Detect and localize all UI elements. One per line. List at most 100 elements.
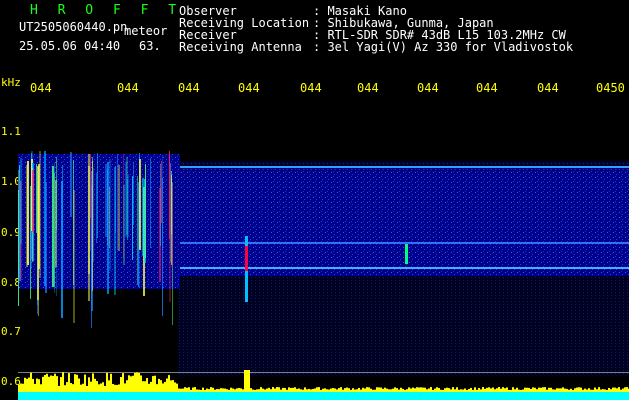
power-bar (398, 389, 400, 392)
power-bar (442, 389, 444, 392)
power-bar (180, 388, 182, 392)
power-bar (242, 389, 244, 392)
power-bar (520, 389, 522, 392)
power-bar (46, 373, 48, 392)
meteor-streak (118, 165, 120, 251)
power-bar (58, 385, 60, 392)
power-bar (438, 388, 440, 392)
power-bar (244, 370, 246, 392)
power-bar (232, 388, 234, 392)
power-bar (516, 387, 518, 392)
carrier-line (178, 166, 629, 168)
power-bar (428, 388, 430, 392)
power-bar (512, 387, 514, 392)
power-bar (88, 377, 90, 392)
power-floor (18, 392, 629, 400)
power-bar (360, 389, 362, 392)
power-bar (496, 388, 498, 392)
power-bar (366, 387, 368, 392)
power-bar (42, 376, 44, 392)
power-bar (444, 388, 446, 392)
power-bar (538, 387, 540, 392)
meteor-streak (150, 158, 151, 248)
power-bar (284, 387, 286, 392)
file-name: UT2505060440.pn (19, 20, 128, 34)
power-bar (268, 387, 270, 392)
meteor-streak (145, 164, 146, 258)
power-bar (432, 389, 434, 392)
power-bar (44, 374, 46, 392)
power-bar (120, 377, 122, 392)
power-bar (344, 388, 346, 392)
power-bar (592, 389, 594, 392)
power-bar (506, 387, 508, 392)
power-bar (524, 387, 526, 392)
meteor-streak (109, 187, 110, 248)
meteor-streak (161, 161, 162, 223)
power-bar (464, 388, 466, 392)
power-bar (246, 370, 248, 392)
power-bar (482, 387, 484, 392)
meteor-streak (162, 178, 163, 316)
power-bar (414, 388, 416, 392)
x-tick: 044 (357, 81, 379, 95)
power-bar (552, 389, 554, 392)
power-bar (576, 387, 578, 392)
power-bar (478, 387, 480, 392)
power-bar (624, 387, 626, 392)
power-bar (200, 389, 202, 392)
meteor-streak (45, 182, 47, 293)
power-bar (238, 387, 240, 392)
power-bar (256, 389, 258, 392)
power-bar (500, 388, 502, 392)
x-tick: 044 (476, 81, 498, 95)
power-bar (278, 387, 280, 392)
power-bar (82, 383, 84, 392)
power-bar (358, 387, 360, 392)
power-bar (310, 389, 312, 392)
power-bar (390, 389, 392, 392)
antenna-value: : 3el Yagi(V) Az 330 for Vladivostok (313, 40, 574, 54)
meteor-count: 63. (139, 39, 161, 53)
power-bar (288, 387, 290, 392)
power-bar (156, 384, 158, 392)
power-bar (130, 376, 132, 392)
power-bar (372, 389, 374, 392)
power-bar (126, 380, 128, 392)
power-bar (364, 388, 366, 392)
power-bar (236, 388, 238, 392)
meteor-streak (90, 168, 91, 251)
power-bar (460, 389, 462, 392)
power-bar (616, 388, 618, 392)
power-bar (306, 389, 308, 392)
meteor-streak (105, 164, 107, 237)
meteor-streak (54, 173, 55, 287)
power-bar (534, 387, 536, 392)
power-bar (582, 389, 584, 392)
x-tick: 044 (537, 81, 559, 95)
power-bar (626, 387, 628, 392)
meteor-streak (32, 170, 34, 232)
power-bar (322, 388, 324, 392)
power-bar (286, 389, 288, 392)
power-bar (208, 389, 210, 392)
power-bar (292, 387, 294, 392)
power-bar (546, 389, 548, 392)
power-bar (280, 389, 282, 392)
power-bar (302, 389, 304, 392)
power-bar (308, 388, 310, 392)
power-bar (40, 384, 42, 392)
meteor-streak (137, 176, 138, 285)
meteor-echo (245, 246, 248, 271)
meteor-streak (169, 151, 170, 239)
meteor-streak (127, 174, 129, 237)
power-bar (62, 372, 64, 392)
power-bar (350, 389, 352, 392)
power-bar (424, 387, 426, 392)
power-bar (66, 382, 68, 392)
power-bar (568, 389, 570, 392)
power-bar (318, 387, 320, 392)
power-bar (406, 389, 408, 392)
power-bar (320, 389, 322, 392)
power-bar (412, 387, 414, 392)
